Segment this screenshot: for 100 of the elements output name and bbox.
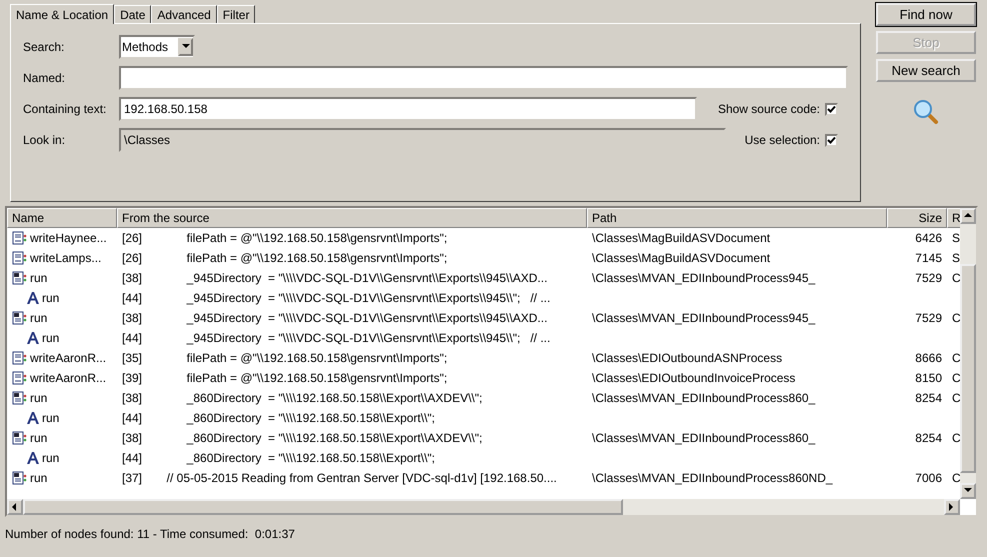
name-cell[interactable]: writeHaynee... [30, 231, 107, 245]
look-in-field[interactable]: \Classes [119, 128, 726, 152]
scroll-thumb[interactable] [960, 264, 976, 473]
name-cell[interactable]: run [42, 331, 60, 345]
size-cell: 7145 [915, 251, 942, 265]
tab[interactable]: Advanced [151, 5, 217, 23]
vertical-scrollbar[interactable] [960, 208, 976, 499]
search-icon [913, 99, 939, 125]
size-cell: 8666 [915, 351, 942, 365]
tab[interactable]: Date [114, 5, 152, 23]
r-cell: C [952, 471, 960, 485]
column-header[interactable]: Name [7, 208, 117, 228]
source-cell-text: filePath = @"\\192.168.50.158\gensrvnt\Imports"; [186, 371, 448, 385]
status-text: Number of nodes found: 11 - Time consumed: 0:01:37 [4, 526, 295, 541]
source-cell-text: _945Directory = "\\\\VDC-SQL-D1V\\Gensrvnt\\Exports\\945\\"; // ... [186, 291, 550, 305]
name-cell[interactable]: run [42, 291, 60, 305]
job-icon [12, 431, 28, 445]
horizontal-scrollbar[interactable] [7, 499, 960, 515]
path-cell: \Classes\MagBuildASVDocument [592, 251, 770, 265]
line-number: [38] [122, 271, 144, 285]
source-cell-text: _945Directory = "\\\\VDC-SQL-D1V\\Gensrvnt\\Exports\\945\\AXD... [186, 271, 548, 285]
name-cell[interactable]: writeLamps... [30, 251, 102, 265]
job-icon [12, 391, 28, 405]
name-cell[interactable]: run [30, 391, 48, 405]
action-button[interactable]: New search [876, 59, 976, 82]
method-icon [12, 351, 28, 365]
scroll-up-icon[interactable] [960, 208, 976, 224]
r-cell: C [952, 391, 960, 405]
r-cell: S [952, 251, 960, 265]
size-cell: 7529 [915, 311, 942, 325]
line-number: [37] [122, 471, 144, 485]
path-cell: \Classes\MVAN_EDIInboundProcess945_ [592, 271, 816, 285]
r-cell: C [952, 431, 960, 445]
line-number: [38] [122, 391, 144, 405]
letter-a-icon [26, 291, 40, 305]
method-icon [12, 251, 28, 265]
size-cell: 6426 [915, 231, 942, 245]
column-header[interactable]: R [947, 208, 960, 228]
name-cell[interactable]: run [30, 311, 48, 325]
line-number: [26] [122, 231, 144, 245]
column-header[interactable]: Path [587, 208, 887, 228]
show-source-code-checkbox[interactable] [825, 102, 838, 116]
size-cell: 7529 [915, 271, 942, 285]
source-cell-text: _945Directory = "\\\\VDC-SQL-D1V\\Gensrvnt\\Exports\\945\\AXD... [186, 311, 548, 325]
r-cell: C [952, 371, 960, 385]
line-number: [35] [122, 351, 144, 365]
line-number: [38] [122, 311, 144, 325]
name-cell[interactable]: writeAaronR... [30, 351, 106, 365]
containing-text-field[interactable]: 192.168.50.158 [119, 97, 697, 121]
checkmark-icon [827, 136, 836, 144]
named-field[interactable] [119, 66, 848, 90]
letter-a-icon [26, 411, 40, 425]
job-icon [12, 311, 28, 325]
tab[interactable]: Name & Location [10, 4, 114, 24]
source-cell-text: _860Directory = "\\\\192.168.50.158\\Export\\"; [186, 451, 436, 465]
name-cell[interactable]: writeAaronR... [30, 371, 106, 385]
scroll-thumb[interactable] [23, 499, 623, 515]
source-cell-text: filePath = @"\\192.168.50.158\gensrvnt\Imports"; [186, 231, 448, 245]
path-cell: \Classes\MVAN_EDIInboundProcess945_ [592, 311, 816, 325]
line-number: [44] [122, 331, 144, 345]
scroll-left-icon[interactable] [7, 499, 23, 515]
name-cell[interactable]: run [30, 271, 48, 285]
search-label: Search: [23, 40, 66, 54]
show-source-code-label: Show source code: [718, 102, 820, 116]
source-cell-text: // 05-05-2015 Reading from Gentran Server [VDC-sql-d1v] [192.168.50.... [166, 471, 557, 485]
containing-text-label: Containing text: [23, 102, 108, 116]
line-number: [44] [122, 291, 144, 305]
path-cell: \Classes\MVAN_EDIInboundProcess860ND_ [592, 471, 833, 485]
name-cell[interactable]: run [42, 451, 60, 465]
size-cell: 8254 [915, 391, 942, 405]
line-number: [26] [122, 251, 144, 265]
method-icon [12, 231, 28, 245]
source-cell-text: filePath = @"\\192.168.50.158\gensrvnt\Imports"; [186, 351, 448, 365]
use-selection-checkbox[interactable] [825, 134, 838, 146]
path-cell: \Classes\MagBuildASVDocument [592, 231, 770, 245]
source-cell-text: _860Directory = "\\\\192.168.50.158\\Export\\AXDEV\\"; [186, 391, 482, 405]
path-cell: \Classes\EDIOutboundASNProcess [592, 351, 782, 365]
name-cell[interactable]: run [30, 471, 48, 485]
size-cell: 7006 [915, 471, 942, 485]
scroll-down-icon[interactable] [960, 483, 976, 499]
name-cell[interactable]: run [30, 431, 48, 445]
r-cell: C [952, 311, 960, 325]
source-cell-text: filePath = @"\\192.168.50.158\gensrvnt\Imports"; [186, 251, 448, 265]
job-icon [12, 271, 28, 285]
method-icon [12, 371, 28, 385]
search-dropdown[interactable]: Methods [119, 35, 195, 59]
column-header[interactable]: From the source [117, 208, 587, 228]
line-number: [38] [122, 431, 144, 445]
name-cell[interactable]: run [42, 411, 60, 425]
scroll-right-icon[interactable] [944, 499, 960, 515]
named-label: Named: [23, 71, 66, 85]
line-number: [44] [122, 451, 144, 465]
tab[interactable]: Filter [216, 5, 256, 23]
action-button[interactable]: Find now [876, 3, 976, 26]
line-number: [44] [122, 411, 144, 425]
job-icon [12, 471, 28, 485]
size-cell: 8254 [915, 431, 942, 445]
source-cell-text: _860Directory = "\\\\192.168.50.158\\Export\\AXDEV\\"; [186, 431, 482, 445]
column-header[interactable]: Size [887, 208, 947, 228]
path-cell: \Classes\EDIOutboundInvoiceProcess [592, 371, 796, 385]
